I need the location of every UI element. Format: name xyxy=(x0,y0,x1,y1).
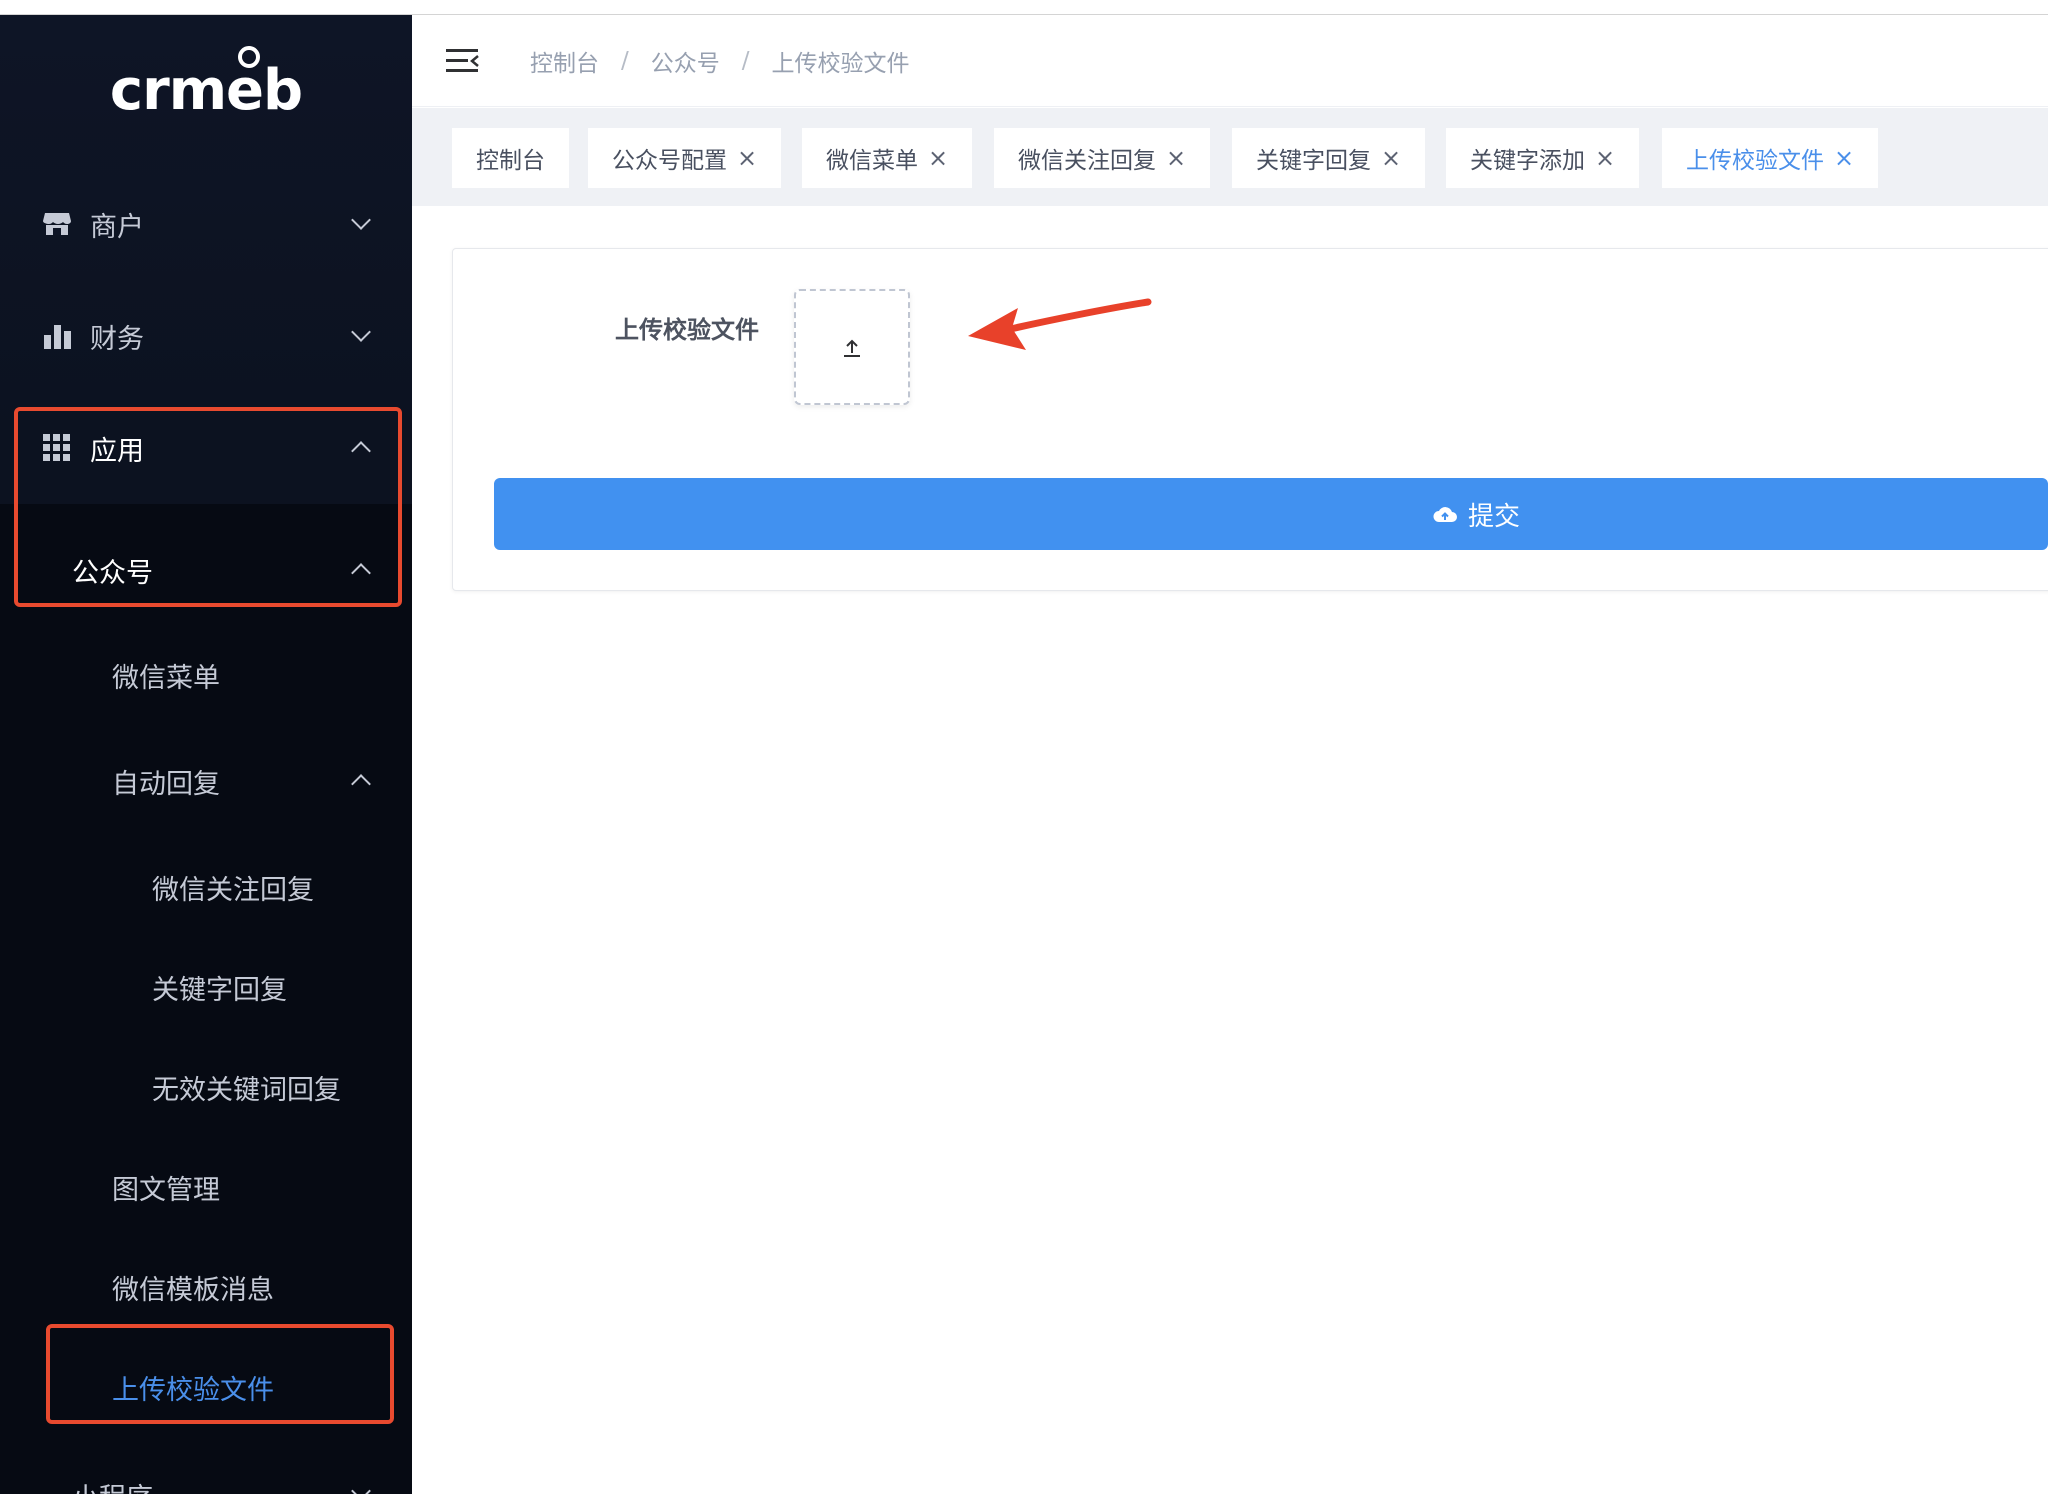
sidebar-item-label: 小程序 xyxy=(72,1476,153,1494)
submit-button[interactable]: 提交 xyxy=(494,478,2048,550)
submit-label: 提交 xyxy=(1467,500,1520,531)
sidebar-item-follow-reply[interactable]: 微信关注回复 xyxy=(0,837,412,937)
sidebar-item-label: 微信菜单 xyxy=(112,662,220,694)
sidebar-item-apps[interactable]: 应用 xyxy=(0,392,412,504)
cloud-upload-icon xyxy=(1433,507,1457,522)
sidebar-item-label: 自动回复 xyxy=(112,768,220,800)
menu-toggle-icon[interactable] xyxy=(446,47,479,75)
annotation-arrow-icon xyxy=(968,298,1152,350)
sidebar-item-mini-program[interactable]: 小程序 xyxy=(0,1445,412,1494)
sidebar-item-merchant[interactable]: 商户 xyxy=(0,168,412,280)
sidebar-item-keyword-reply[interactable]: 关键字回复 xyxy=(0,937,412,1037)
breadcrumb-separator: / xyxy=(741,47,750,74)
breadcrumb-item-dashboard[interactable]: 控制台 xyxy=(530,44,599,78)
sidebar-item-finance[interactable]: 财务 xyxy=(0,280,412,392)
breadcrumb-separator: / xyxy=(621,47,629,74)
close-icon[interactable]: × xyxy=(928,144,948,172)
tags-view-bar: 控制台 公众号配置 × 微信菜单 × 微信关注回复 × 关键字回复 × 关键字添… xyxy=(412,108,2048,206)
tag-label: 上传校验文件 xyxy=(1686,148,1824,174)
close-icon[interactable]: × xyxy=(1166,144,1186,172)
tag-label: 关键字添加 xyxy=(1470,148,1585,174)
upload-icon xyxy=(844,339,860,357)
breadcrumb-item-gongzhonghao[interactable]: 公众号 xyxy=(651,44,720,78)
sidebar: crmeb 商户 财务 应用 公众号 微信菜单 自动回复 微信关注回复 关键字回… xyxy=(0,15,412,1494)
sidebar-item-auto-reply[interactable]: 自动回复 xyxy=(0,731,412,831)
bar-chart-icon xyxy=(42,321,72,351)
close-icon[interactable]: × xyxy=(737,144,757,172)
tag-upload-verify[interactable]: 上传校验文件 × xyxy=(1662,128,1879,188)
logo-text: crmeb xyxy=(109,45,303,123)
sidebar-item-gongzhonghao[interactable]: 公众号 xyxy=(0,520,412,620)
upload-field-label: 上传校验文件 xyxy=(615,316,759,344)
chevron-down-icon xyxy=(351,1481,371,1494)
sidebar-item-label: 微信模板消息 xyxy=(112,1274,274,1306)
close-icon[interactable]: × xyxy=(1595,144,1615,172)
grid-icon xyxy=(42,433,72,463)
chevron-up-icon xyxy=(351,563,371,583)
tag-label: 微信菜单 xyxy=(826,148,918,174)
tag-label: 微信关注回复 xyxy=(1018,148,1156,174)
browser-top-strip xyxy=(0,0,2048,15)
tag-label: 控制台 xyxy=(476,148,545,174)
tag-follow-reply[interactable]: 微信关注回复 × xyxy=(994,128,1211,188)
top-header: 控制台 / 公众号 / 上传校验文件 xyxy=(412,15,2048,107)
logo[interactable]: crmeb xyxy=(0,45,412,135)
shop-icon xyxy=(42,209,72,239)
tag-label: 关键字回复 xyxy=(1256,148,1371,174)
close-icon[interactable]: × xyxy=(1381,144,1401,172)
sidebar-item-label: 图文管理 xyxy=(112,1174,220,1206)
tag-label: 公众号配置 xyxy=(612,148,727,174)
breadcrumb-item-current: 上传校验文件 xyxy=(771,50,910,77)
sidebar-item-label: 上传校验文件 xyxy=(112,1374,274,1406)
tag-weixin-menu[interactable]: 微信菜单 × xyxy=(802,128,973,188)
upload-box[interactable] xyxy=(794,289,910,405)
sidebar-item-article-manage[interactable]: 图文管理 xyxy=(0,1137,412,1237)
tag-keyword-add[interactable]: 关键字添加 × xyxy=(1446,128,1640,188)
sidebar-item-upload-verify[interactable]: 上传校验文件 xyxy=(0,1337,412,1437)
sidebar-item-label: 公众号 xyxy=(72,557,153,589)
close-icon[interactable]: × xyxy=(1834,144,1854,172)
tag-gongzhonghao-config[interactable]: 公众号配置 × xyxy=(588,128,782,188)
sidebar-item-template-msg[interactable]: 微信模板消息 xyxy=(0,1237,412,1337)
breadcrumb: 控制台 / 公众号 / 上传校验文件 xyxy=(530,44,910,78)
chevron-up-icon xyxy=(351,774,371,794)
sidebar-item-invalid-keyword-reply[interactable]: 无效关键词回复 xyxy=(0,1037,412,1137)
sidebar-item-weixin-menu[interactable]: 微信菜单 xyxy=(0,625,412,725)
tag-dashboard[interactable]: 控制台 xyxy=(452,128,569,188)
tag-keyword-reply[interactable]: 关键字回复 × xyxy=(1232,128,1426,188)
sidebar-item-label: 无效关键词回复 xyxy=(152,1074,341,1106)
sidebar-item-label: 微信关注回复 xyxy=(152,874,314,906)
sidebar-item-label: 关键字回复 xyxy=(152,974,287,1006)
